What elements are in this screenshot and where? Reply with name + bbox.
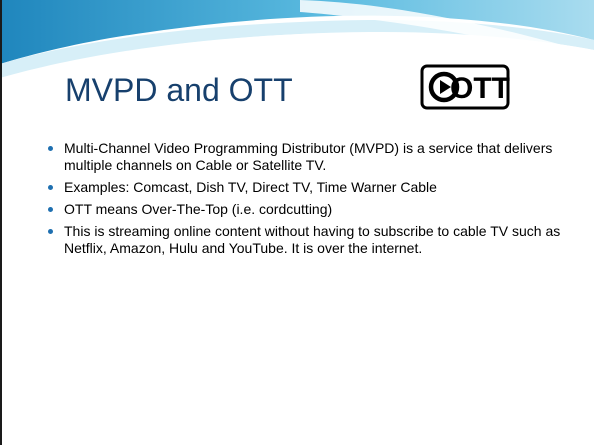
slide-left-border: [0, 0, 2, 445]
bullet-item: Multi-Channel Video Programming Distribu…: [48, 140, 578, 174]
bullet-item: Examples: Comcast, Dish TV, Direct TV, T…: [48, 179, 578, 196]
slide-title: MVPD and OTT: [65, 72, 293, 108]
ott-logo-text: OTT: [450, 72, 510, 105]
bullet-dot-icon: [48, 146, 53, 151]
bullet-list: Multi-Channel Video Programming Distribu…: [48, 140, 578, 262]
bullet-text: This is streaming online content without…: [64, 223, 561, 256]
bullet-text: OTT means Over-The-Top (i.e. cordcutting…: [64, 201, 333, 217]
bullet-text: Examples: Comcast, Dish TV, Direct TV, T…: [64, 179, 437, 195]
ott-logo-icon: OTT: [420, 64, 510, 110]
bullet-text: Multi-Channel Video Programming Distribu…: [64, 140, 553, 173]
bullet-dot-icon: [48, 229, 53, 234]
slide: MVPD and OTT OTT Multi-Channel Video Pro…: [0, 0, 594, 445]
bullet-item: This is streaming online content without…: [48, 223, 578, 257]
bullet-dot-icon: [48, 207, 53, 212]
bullet-dot-icon: [48, 185, 53, 190]
bullet-item: OTT means Over-The-Top (i.e. cordcutting…: [48, 201, 578, 218]
